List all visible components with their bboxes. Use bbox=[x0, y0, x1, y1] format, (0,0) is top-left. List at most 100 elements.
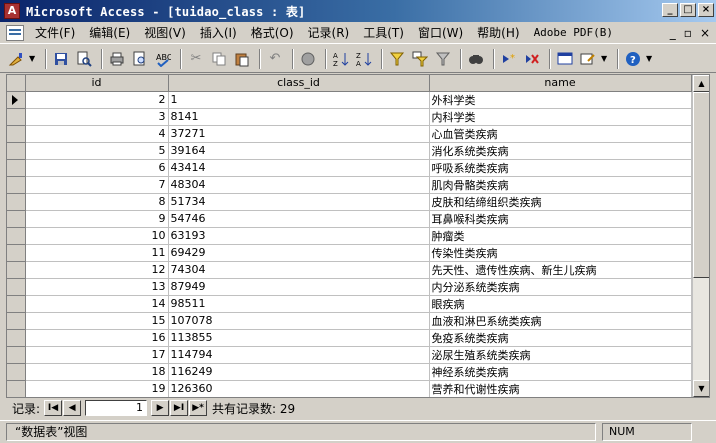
cell-id[interactable]: 16 bbox=[25, 329, 169, 347]
table-row[interactable]: 11 69429 传染性类疾病 bbox=[7, 244, 692, 262]
delete-record-icon[interactable] bbox=[522, 49, 542, 69]
menu-format[interactable]: 格式(O) bbox=[244, 24, 301, 41]
cell-id[interactable]: 4 bbox=[25, 125, 169, 143]
cell-class-id[interactable]: 98511 bbox=[168, 295, 430, 313]
minimize-button[interactable]: _ bbox=[662, 3, 678, 17]
cell-id[interactable]: 13 bbox=[25, 278, 169, 296]
cell-id[interactable]: 6 bbox=[25, 159, 169, 177]
cell-id[interactable]: 17 bbox=[25, 346, 169, 364]
cell-class-id[interactable]: 114794 bbox=[168, 346, 430, 364]
cell-name[interactable]: 血液和淋巴系统类疾病 bbox=[429, 312, 692, 330]
cell-id[interactable]: 18 bbox=[25, 363, 169, 381]
table-row[interactable]: 18 116249 神经系统类疾病 bbox=[7, 363, 692, 381]
toolbar-options-chevron-icon[interactable]: ▼ bbox=[646, 54, 654, 63]
cell-id[interactable]: 14 bbox=[25, 295, 169, 313]
table-row[interactable]: 14 98511 眼疾病 bbox=[7, 295, 692, 313]
cell-class-id[interactable]: 107078 bbox=[168, 312, 430, 330]
cell-class-id[interactable]: 8141 bbox=[168, 108, 430, 126]
menu-file[interactable]: 文件(F) bbox=[28, 24, 82, 41]
menu-records[interactable]: 记录(R) bbox=[301, 24, 357, 41]
cell-class-id[interactable]: 37271 bbox=[168, 125, 430, 143]
filter-by-selection-icon[interactable] bbox=[387, 49, 407, 69]
horizontal-scroll-area[interactable] bbox=[340, 400, 710, 416]
menu-tools[interactable]: 工具(T) bbox=[356, 24, 411, 41]
menu-help[interactable]: 帮助(H) bbox=[470, 24, 526, 41]
menu-window[interactable]: 窗口(W) bbox=[411, 24, 470, 41]
table-window-icon[interactable] bbox=[6, 24, 24, 41]
scroll-up-arrow-icon[interactable]: ▲ bbox=[693, 75, 709, 92]
previous-record-button[interactable]: ◀ bbox=[63, 400, 82, 416]
table-row[interactable]: 19 126360 营养和代谢性疾病 bbox=[7, 380, 692, 397]
cell-name[interactable]: 眼疾病 bbox=[429, 295, 692, 313]
table-row[interactable]: 17 114794 泌尿生殖系统类疾病 bbox=[7, 346, 692, 364]
table-row[interactable]: 7 48304 肌肉骨骼类疾病 bbox=[7, 176, 692, 194]
mdi-minimize-button[interactable]: _ bbox=[670, 26, 676, 40]
find-icon[interactable] bbox=[466, 49, 486, 69]
record-selector[interactable] bbox=[7, 210, 26, 228]
scroll-thumb[interactable] bbox=[693, 92, 709, 278]
cell-name[interactable]: 传染性类疾病 bbox=[429, 244, 692, 262]
cell-class-id[interactable]: 113855 bbox=[168, 329, 430, 347]
current-record-field[interactable]: 1 bbox=[85, 400, 148, 416]
first-record-button[interactable]: I◀ bbox=[44, 400, 63, 416]
cell-name[interactable]: 肿瘤类 bbox=[429, 227, 692, 245]
cell-name[interactable]: 神经系统类疾病 bbox=[429, 363, 692, 381]
cell-id[interactable]: 12 bbox=[25, 261, 169, 279]
column-header-id[interactable]: id bbox=[25, 75, 169, 92]
record-selector[interactable] bbox=[7, 193, 26, 211]
cell-class-id[interactable]: 69429 bbox=[168, 244, 430, 262]
cell-id[interactable]: 15 bbox=[25, 312, 169, 330]
help-icon[interactable]: ? bbox=[623, 49, 643, 69]
record-selector[interactable] bbox=[7, 312, 26, 330]
record-selector[interactable] bbox=[7, 227, 26, 245]
cell-name[interactable]: 呼吸系统类疾病 bbox=[429, 159, 692, 177]
cell-name[interactable]: 泌尿生殖系统类疾病 bbox=[429, 346, 692, 364]
cell-class-id[interactable]: 48304 bbox=[168, 176, 430, 194]
cell-id[interactable]: 3 bbox=[25, 108, 169, 126]
cell-name[interactable]: 肌肉骨骼类疾病 bbox=[429, 176, 692, 194]
menu-view[interactable]: 视图(V) bbox=[137, 24, 193, 41]
record-selector[interactable] bbox=[7, 244, 26, 262]
table-row[interactable]: 8 51734 皮肤和结缔组织类疾病 bbox=[7, 193, 692, 211]
cell-id[interactable]: 5 bbox=[25, 142, 169, 160]
cell-class-id[interactable]: 63193 bbox=[168, 227, 430, 245]
insert-hyperlink-icon[interactable] bbox=[298, 49, 318, 69]
cell-class-id[interactable]: 1 bbox=[168, 91, 430, 109]
cell-id[interactable]: 10 bbox=[25, 227, 169, 245]
cell-id[interactable]: 8 bbox=[25, 193, 169, 211]
table-row[interactable]: 12 74304 先天性、遗传性疾病、新生儿疾病 bbox=[7, 261, 692, 279]
cell-name[interactable]: 耳鼻喉科类疾病 bbox=[429, 210, 692, 228]
record-selector[interactable] bbox=[7, 261, 26, 279]
database-window-icon[interactable] bbox=[555, 49, 575, 69]
menu-edit[interactable]: 编辑(E) bbox=[82, 24, 137, 41]
file-search-icon[interactable] bbox=[74, 49, 94, 69]
sort-descending-icon[interactable]: ZA bbox=[354, 49, 374, 69]
record-selector[interactable] bbox=[7, 329, 26, 347]
table-row[interactable]: 16 113855 免疫系统类疾病 bbox=[7, 329, 692, 347]
table-row[interactable]: 9 54746 耳鼻喉科类疾病 bbox=[7, 210, 692, 228]
cell-name[interactable]: 消化系统类疾病 bbox=[429, 142, 692, 160]
new-object-icon[interactable] bbox=[578, 49, 598, 69]
cell-name[interactable]: 先天性、遗传性疾病、新生儿疾病 bbox=[429, 261, 692, 279]
table-row[interactable]: 3 8141 内科学类 bbox=[7, 108, 692, 126]
record-selector[interactable] bbox=[7, 346, 26, 364]
mdi-close-button[interactable]: × bbox=[700, 26, 710, 40]
copy-icon[interactable] bbox=[209, 49, 229, 69]
filter-by-form-icon[interactable] bbox=[410, 49, 430, 69]
cell-class-id[interactable]: 74304 bbox=[168, 261, 430, 279]
menu-adobe-pdf[interactable]: Adobe PDF(B) bbox=[527, 26, 620, 39]
cell-class-id[interactable]: 54746 bbox=[168, 210, 430, 228]
cell-class-id[interactable]: 87949 bbox=[168, 278, 430, 296]
table-row[interactable]: 4 37271 心血管类疾病 bbox=[7, 125, 692, 143]
scroll-down-arrow-icon[interactable]: ▼ bbox=[693, 380, 709, 397]
table-row[interactable]: 6 43414 呼吸系统类疾病 bbox=[7, 159, 692, 177]
maximize-button[interactable]: □ bbox=[680, 3, 696, 17]
access-app-icon[interactable]: A bbox=[4, 3, 20, 19]
record-selector[interactable] bbox=[7, 380, 26, 397]
cell-class-id[interactable]: 43414 bbox=[168, 159, 430, 177]
save-icon[interactable] bbox=[51, 49, 71, 69]
table-row[interactable]: 5 39164 消化系统类疾病 bbox=[7, 142, 692, 160]
cell-name[interactable]: 内分泌系统类疾病 bbox=[429, 278, 692, 296]
paste-icon[interactable] bbox=[232, 49, 252, 69]
cell-name[interactable]: 外科学类 bbox=[429, 91, 692, 109]
